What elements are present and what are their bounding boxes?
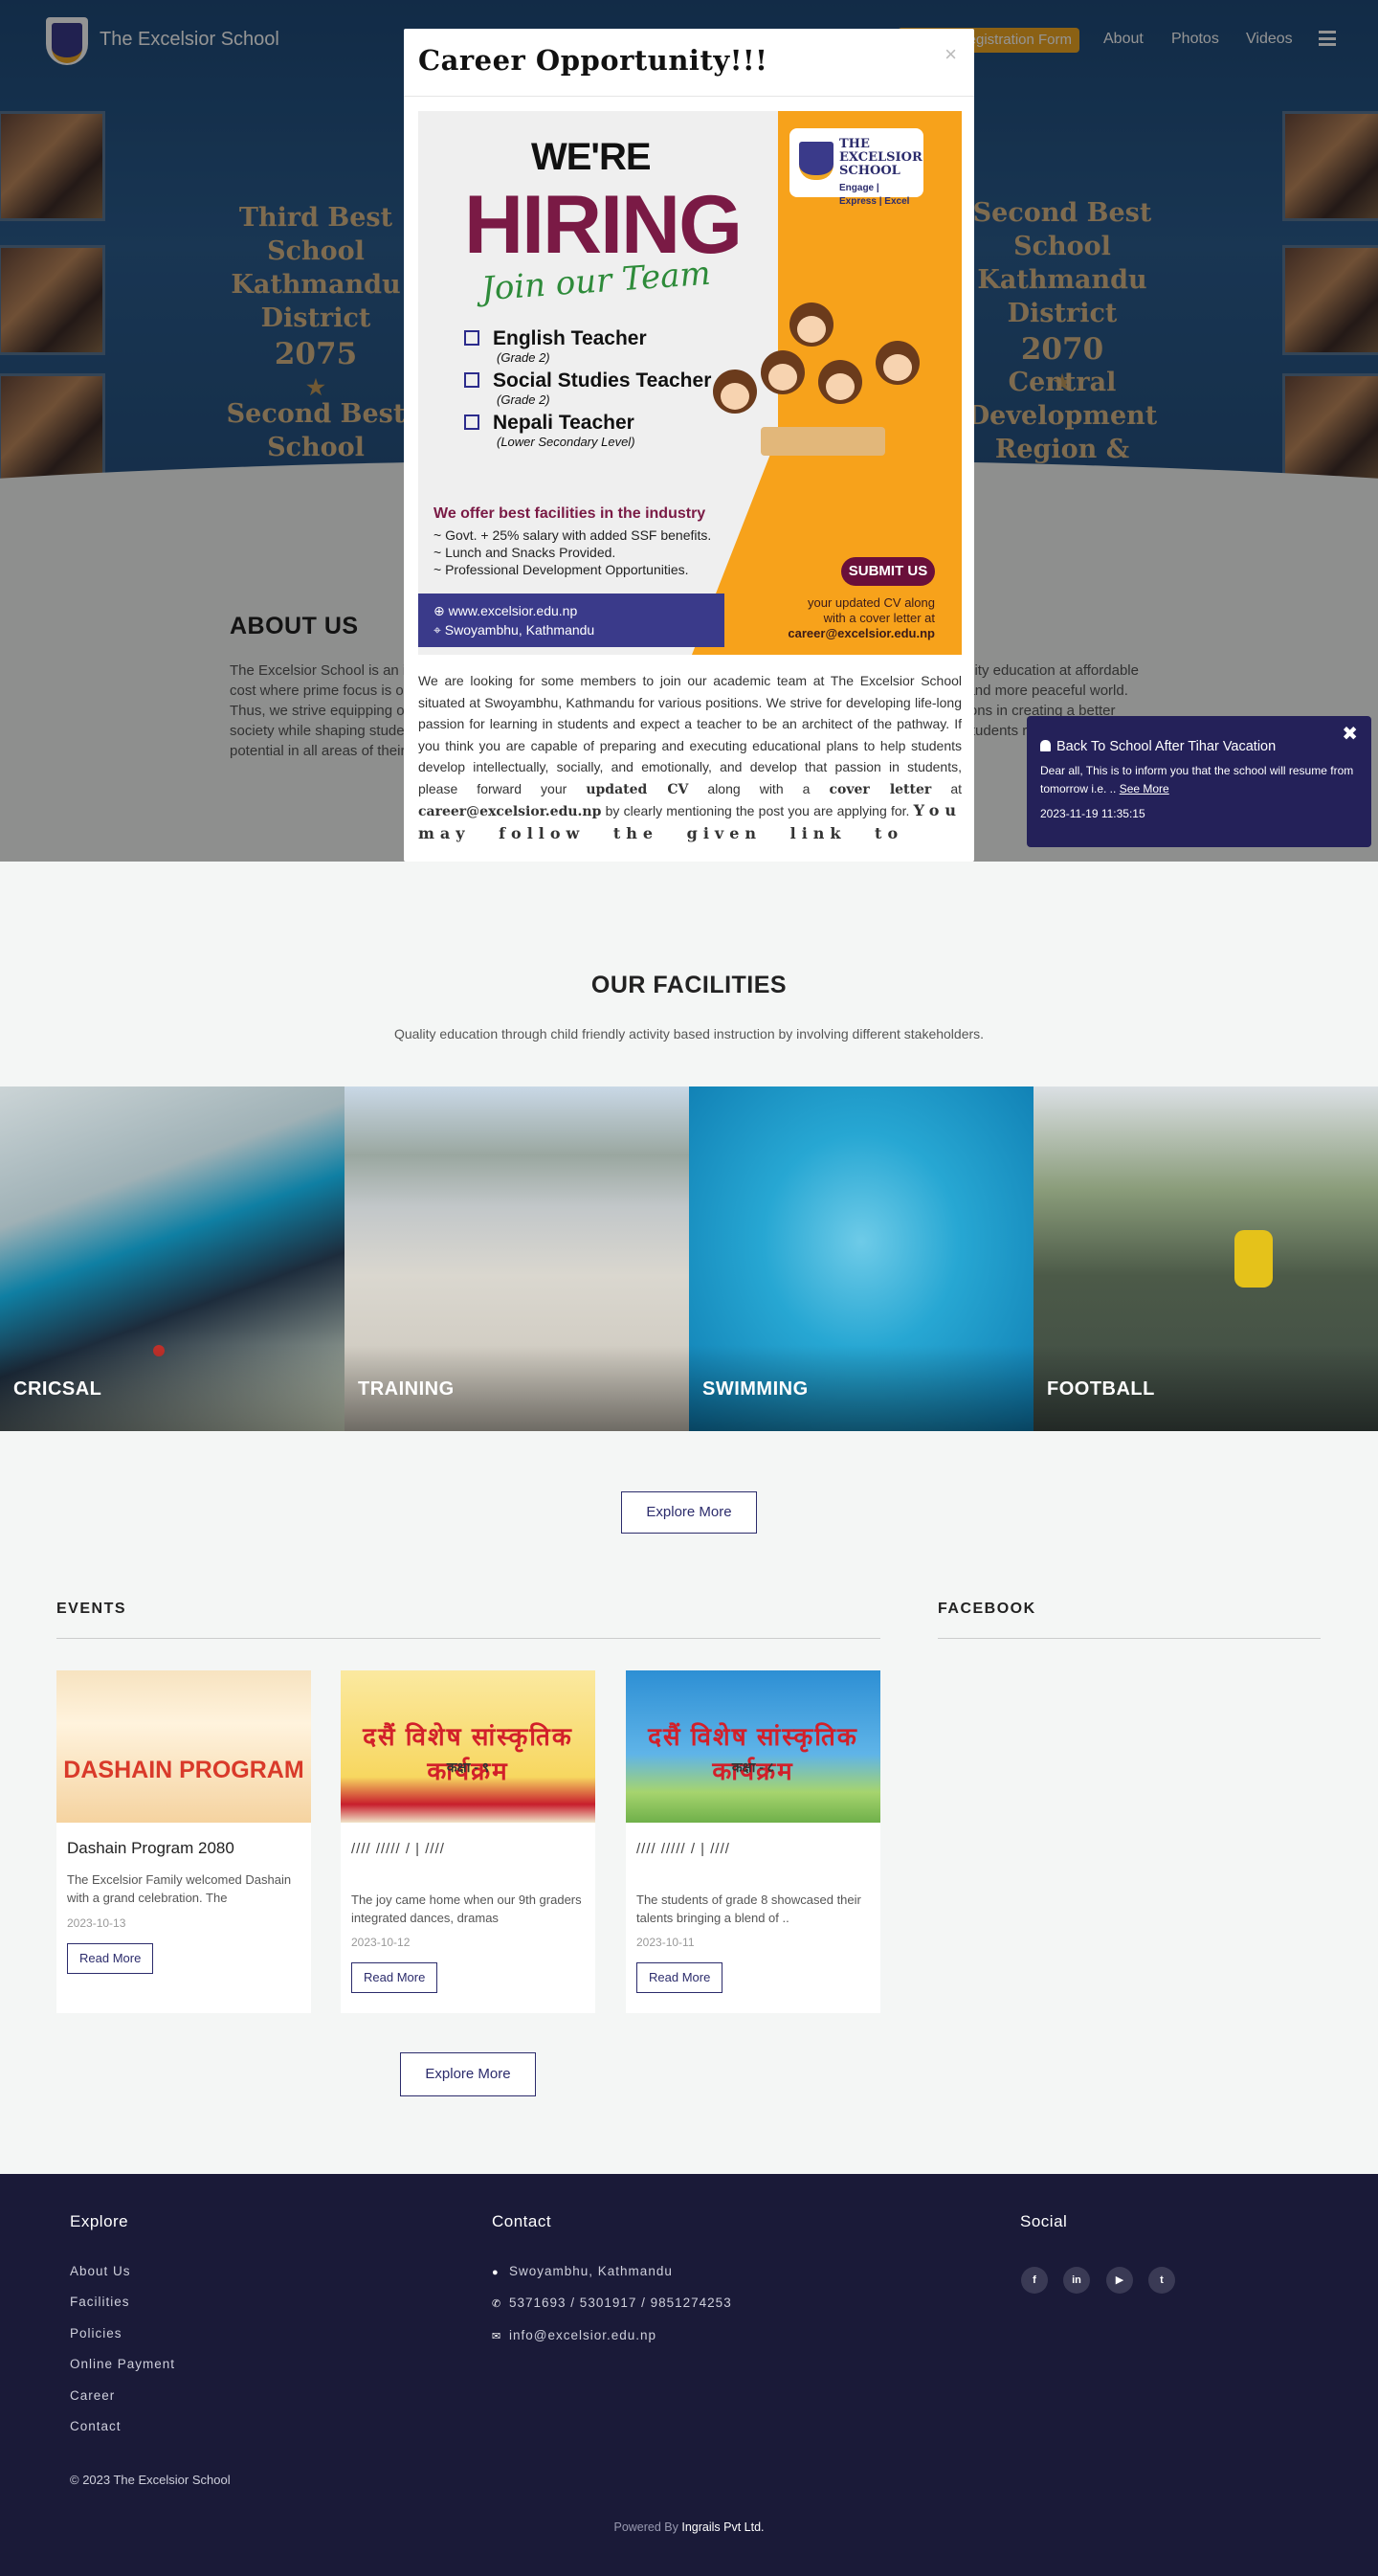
footer-link-about-us[interactable]: About Us: [70, 2264, 131, 2278]
powered-by-link[interactable]: Ingrails Pvt Ltd.: [681, 2520, 764, 2534]
footer-address: ● Swoyambhu, Kathmandu: [492, 2264, 673, 2278]
poster-were: WE'RE: [531, 136, 652, 178]
facilities-explore-more-button[interactable]: Explore More: [621, 1491, 757, 1534]
event-title[interactable]: Dashain Program 2080: [67, 1839, 234, 1858]
event-description: The joy came home when our 9th graders i…: [351, 1893, 582, 1925]
poster-job: Nepali Teacher (Lower Secondary Level): [464, 412, 635, 449]
read-more-button[interactable]: Read More: [636, 1962, 723, 1993]
footer-social-title: Social: [1020, 2212, 1068, 2230]
poster-offer-list: ~ Govt. + 25% salary with added SSF bene…: [433, 527, 712, 577]
modal-divider: [404, 96, 974, 97]
event-title-devanagari[interactable]: //// ///// / | ////: [351, 1841, 445, 1857]
facility-label: TRAINING: [358, 1378, 455, 1400]
poster-offer-title: We offer best facilities in the industry: [433, 505, 706, 522]
notification-time: 2023-11-19 11:35:15: [1040, 807, 1145, 820]
twitter-icon[interactable]: t: [1148, 2267, 1175, 2294]
footer-link-career[interactable]: Career: [70, 2388, 115, 2403]
globe-icon: ⊕: [433, 603, 449, 618]
facility-label: SWIMMING: [702, 1378, 809, 1400]
footer-link-online-payment[interactable]: Online Payment: [70, 2357, 175, 2371]
facilities-subtitle: Quality education through child friendly…: [393, 1026, 985, 1042]
event-card: दसैं विशेष सांस्कृतिक कार्यक्रम कक्षा - …: [626, 1670, 880, 2013]
event-description: The students of grade 8 showcased their …: [636, 1893, 861, 1925]
location-pin-icon: ●: [492, 2267, 500, 2278]
event-image[interactable]: DASHAIN PROGRAM: [56, 1670, 311, 1823]
checkbox-icon: [464, 414, 479, 430]
event-card: दसैं विशेष सांस्कृतिक कार्यक्रम कक्षा - …: [341, 1670, 595, 2013]
notification-title: Back To School After Tihar Vacation: [1040, 739, 1356, 754]
bell-icon: [1040, 740, 1051, 751]
event-date: 2023-10-12: [351, 1936, 411, 1949]
footer-phone: ✆ 5371693 / 5301917 / 9851274253: [492, 2296, 732, 2310]
see-more-link[interactable]: See More: [1120, 782, 1169, 795]
event-card: DASHAIN PROGRAM Dashain Program 2080 The…: [56, 1670, 311, 2013]
poster-school-logo: THE EXCELSIOR SCHOOL Engage | Express | …: [789, 128, 923, 207]
poster-job: English Teacher (Grade 2): [464, 327, 647, 365]
children-illustration: [694, 293, 943, 504]
modal-description: We are looking for some members to join …: [418, 673, 962, 842]
footer-contact-title: Contact: [492, 2212, 552, 2230]
poster-cv-note: your updated CV along with a cover lette…: [788, 595, 935, 640]
events-divider: [56, 1638, 880, 1639]
event-title-devanagari[interactable]: //// ///// / | ////: [636, 1841, 730, 1857]
footer-link-contact[interactable]: Contact: [70, 2419, 122, 2433]
footer-explore-title: Explore: [70, 2212, 129, 2230]
footer-link-policies[interactable]: Policies: [70, 2326, 122, 2341]
events-explore-more-button[interactable]: Explore More: [400, 2052, 536, 2096]
modal-close-button[interactable]: ×: [945, 42, 957, 67]
modal-title: Career Opportunity!!!: [418, 44, 768, 77]
youtube-icon[interactable]: ▶: [1106, 2267, 1133, 2294]
notification-popup: ✖ Back To School After Tihar Vacation De…: [1027, 716, 1371, 847]
event-image[interactable]: दसैं विशेष सांस्कृतिक कार्यक्रम कक्षा - …: [626, 1670, 880, 1823]
footer-powered-by: Powered By Ingrails Pvt Ltd.: [613, 2520, 765, 2534]
hiring-poster: THE EXCELSIOR SCHOOL Engage | Express | …: [418, 111, 962, 655]
event-description: The Excelsior Family welcomed Dashain wi…: [67, 1872, 292, 1905]
event-date: 2023-10-13: [67, 1916, 126, 1930]
linkedin-icon[interactable]: in: [1063, 2267, 1090, 2294]
poster-job: Social Studies Teacher (Grade 2): [464, 370, 711, 407]
checkbox-icon: [464, 330, 479, 346]
read-more-button[interactable]: Read More: [67, 1943, 154, 1974]
footer-email[interactable]: ✉ info@excelsior.edu.np: [492, 2328, 656, 2342]
career-modal: Career Opportunity!!! × THE EXCELSIOR SC…: [404, 29, 974, 862]
facility-label: CRICSAL: [13, 1378, 102, 1400]
facility-card-football[interactable]: FOOTBALL: [1034, 1086, 1378, 1431]
event-image[interactable]: दसैं विशेष सांस्कृतिक कार्यक्रम कक्षा - …: [341, 1670, 595, 1823]
footer-copyright: © 2023 The Excelsior School: [70, 2473, 231, 2487]
checkbox-icon: [464, 372, 479, 388]
facility-card-cricsal[interactable]: CRICSAL: [0, 1086, 344, 1431]
phone-icon: ✆: [492, 2298, 502, 2310]
facility-card-swimming[interactable]: SWIMMING: [689, 1086, 1034, 1431]
facebook-divider: [938, 1638, 1321, 1639]
envelope-icon: ✉: [492, 2331, 502, 2342]
poster-contact-band: ⊕ www.excelsior.edu.np ⌖ Swoyambhu, Kath…: [418, 594, 724, 647]
facilities-title: OUR FACILITIES: [590, 972, 788, 998]
facebook-icon[interactable]: f: [1021, 2267, 1048, 2294]
facility-card-training[interactable]: TRAINING: [344, 1086, 689, 1431]
footer-link-facilities[interactable]: Facilities: [70, 2295, 130, 2309]
facebook-title: FACEBOOK: [938, 1601, 1036, 1617]
facility-label: FOOTBALL: [1047, 1378, 1155, 1400]
shield-icon: [799, 142, 833, 180]
location-pin-icon: ⌖: [433, 622, 445, 638]
site-footer: Explore About Us Facilities Policies Onl…: [0, 2174, 1378, 2576]
poster-submit-badge: SUBMIT US: [841, 557, 935, 586]
read-more-button[interactable]: Read More: [351, 1962, 438, 1993]
notification-close-button[interactable]: ✖: [1342, 722, 1358, 746]
events-title: EVENTS: [56, 1601, 127, 1617]
notification-body: Dear all, This is to inform you that the…: [1040, 764, 1354, 795]
event-date: 2023-10-11: [636, 1936, 695, 1949]
